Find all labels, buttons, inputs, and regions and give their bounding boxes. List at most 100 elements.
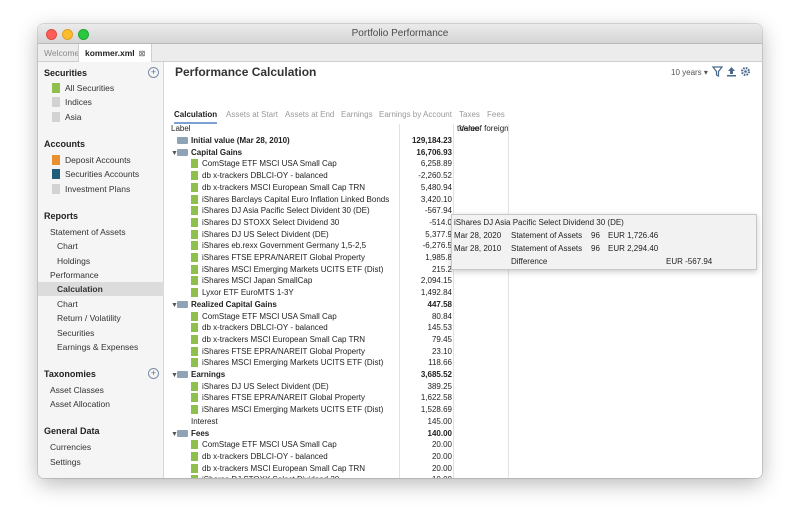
security-icon [191, 463, 198, 473]
table-row[interactable]: Initial value (Mar 28, 2010) 129,184.23 [165, 135, 505, 147]
table-row[interactable]: ▼ Realized Capital Gains 447.58 [165, 299, 505, 311]
table-row[interactable]: db x-trackers DBLCI-OY - balanced 145.53 [165, 322, 505, 334]
sidebar-item-asset-allocation[interactable]: Asset Allocation [50, 397, 110, 411]
sidebar-item-performance-securities[interactable]: Securities [57, 326, 94, 340]
gear-icon[interactable] [740, 66, 751, 80]
table-row[interactable]: db x-trackers MSCI European Small Cap TR… [165, 182, 505, 194]
row-value: 389.25 [427, 381, 452, 391]
security-icon [191, 264, 198, 274]
row-label-text: iShares DJ US Select Divident (DE) [202, 229, 329, 239]
sidebar-section-accounts: Accounts [44, 139, 86, 149]
sidebar-item-settings[interactable]: Settings [50, 455, 81, 469]
sidebar-item-statement-of-assets[interactable]: Statement of Assets [50, 225, 126, 239]
tab-taxes[interactable]: Taxes [459, 108, 480, 122]
sidebar-item-indices[interactable]: Indices [52, 95, 92, 109]
table-row[interactable]: ComStage ETF MSCI USA Small Cap 6,258.89 [165, 158, 505, 170]
row-value: 145.53 [427, 323, 452, 333]
period-selector[interactable]: 10 years ▾ [671, 68, 708, 77]
row-label: iShares MSCI Emerging Markets UCITS ETF … [191, 264, 383, 276]
sidebar-section-securities: Securities [44, 68, 88, 78]
row-value: 10.00 [399, 474, 452, 478]
tab-assets-at-start[interactable]: Assets at Start [226, 108, 278, 122]
security-icon [191, 323, 198, 333]
sidebar-item-securities-accounts[interactable]: Securities Accounts [52, 167, 139, 181]
table-row[interactable]: iShares DJ STOXX Select Dividend 30 10.00 [165, 474, 505, 478]
security-icon [191, 451, 198, 461]
table-row[interactable]: db x-trackers MSCI European Small Cap TR… [165, 334, 505, 346]
table-row[interactable]: iShares Barclays Capital Euro Inflation … [165, 194, 505, 206]
sidebar-item-earnings-expenses[interactable]: Earnings & Expenses [57, 340, 138, 354]
row-label-text: Realized Capital Gains [191, 299, 277, 309]
table-row[interactable]: iShares MSCI Japan SmallCap 2,094.15 [165, 275, 505, 287]
row-label-text: iShares FTSE EPRA/NAREIT Global Property [202, 393, 366, 403]
row-value: 1,985.8 [425, 253, 452, 262]
row-label-text: db x-trackers MSCI European Small Cap TR… [202, 463, 366, 473]
tab-kommer-xml[interactable]: kommer.xml ⊠ [78, 44, 153, 63]
folder-icon [177, 371, 188, 378]
table-row[interactable]: iShares FTSE EPRA/NAREIT Global Property… [165, 346, 505, 358]
row-value: 5,377.9 [425, 229, 452, 239]
row-label-text: iShares DJ Asia Pacific Select Divident … [202, 206, 370, 216]
row-value: -567.94 [424, 206, 452, 216]
security-icon [191, 276, 198, 286]
tab-calculation[interactable]: Calculation [174, 108, 218, 124]
table-row[interactable]: db x-trackers MSCI European Small Cap TR… [165, 463, 505, 475]
security-icon [191, 358, 198, 368]
row-label-text: db x-trackers DBLCI-OY - balanced [202, 171, 328, 181]
row-label-text: ComStage ETF MSCI USA Small Cap [202, 159, 337, 169]
row-value: 6,258.89 [420, 159, 452, 169]
filter-icon[interactable] [711, 66, 724, 80]
security-icon [191, 440, 198, 450]
sidebar-item-calculation[interactable]: Calculation [38, 282, 164, 296]
sidebar-item-performance[interactable]: Performance [50, 268, 99, 282]
table-row[interactable]: ▼ Capital Gains 16,706.93 [165, 147, 505, 159]
table-row[interactable]: ▼ Earnings 3,685.52 [165, 369, 505, 381]
row-label: iShares MSCI Japan SmallCap [191, 275, 312, 287]
row-value: 2,094.15 [420, 276, 452, 286]
export-icon[interactable] [726, 66, 737, 80]
table-row[interactable]: db x-trackers DBLCI-OY - balanced 20.00 [165, 451, 505, 463]
table-row[interactable]: Interest 145.00 [165, 416, 505, 428]
row-label-text: iShares MSCI Emerging Markets UCITS ETF … [202, 264, 384, 274]
row-value: 3,685.52 [420, 370, 452, 379]
sidebar-item-performance-chart[interactable]: Chart [57, 297, 78, 311]
main-panel: Performance Calculation 10 years ▾ Calcu… [165, 62, 762, 478]
row-label-text: Earnings [191, 370, 226, 379]
sidebar-item-all-securities[interactable]: All Securities [52, 81, 114, 95]
table-row[interactable]: iShares MSCI Emerging Markets UCITS ETF … [165, 357, 505, 369]
tab-earnings[interactable]: Earnings [341, 108, 373, 122]
add-taxonomy-icon[interactable]: + [148, 368, 159, 379]
sidebar-item-asset-classes[interactable]: Asset Classes [50, 383, 104, 397]
sidebar-item-asia[interactable]: Asia [52, 110, 82, 124]
sidebar-item-return-volatility[interactable]: Return / Volatility [57, 311, 121, 325]
row-value: 140.00 [427, 428, 452, 438]
row-label-text: iShares DJ US Select Divident (DE) [202, 381, 329, 391]
column-header-label[interactable]: Label [171, 124, 191, 134]
tooltip-difference: Difference EUR -567.94 [511, 257, 713, 266]
table-row[interactable]: ▼ Fees 140.00 [165, 428, 505, 440]
tab-fees[interactable]: Fees [487, 108, 505, 122]
sidebar-item-deposit-accounts[interactable]: Deposit Accounts [52, 153, 131, 167]
security-icon [191, 393, 198, 403]
table-row[interactable]: ComStage ETF MSCI USA Small Cap 80.84 [165, 311, 505, 323]
close-tab-icon[interactable]: ⊠ [139, 49, 146, 58]
row-label-text: iShares eb.rexx Government Germany 1,5-2… [202, 241, 367, 251]
column-header-foreign[interactable]: thereof foreign [457, 124, 509, 134]
table-row[interactable]: iShares DJ US Select Divident (DE) 389.25 [165, 381, 505, 393]
tab-assets-at-end[interactable]: Assets at End [285, 108, 334, 122]
tab-earnings-by-account[interactable]: Earnings by Account [379, 108, 452, 122]
sidebar-item-chart[interactable]: Chart [57, 239, 78, 253]
sidebar-item-holdings[interactable]: Holdings [57, 254, 90, 268]
sidebar-item-investment-plans[interactable]: Investment Plans [52, 182, 130, 196]
row-value: 80.84 [431, 311, 452, 321]
table-row[interactable]: Lyxor ETF EuroMTS 1-3Y 1,492.84 [165, 287, 505, 299]
row-label-text: iShares FTSE EPRA/NAREIT Global Property [202, 253, 366, 262]
table-row[interactable]: db x-trackers DBLCI-OY - balanced -2,260.… [165, 170, 505, 182]
sidebar-item-currencies[interactable]: Currencies [50, 440, 91, 454]
add-security-icon[interactable]: + [148, 67, 159, 78]
watchlist-icon [52, 97, 60, 107]
security-icon [191, 405, 198, 415]
table-row[interactable]: iShares FTSE EPRA/NAREIT Global Property… [165, 392, 505, 404]
table-row[interactable]: ComStage ETF MSCI USA Small Cap 20.00 [165, 439, 505, 451]
table-row[interactable]: iShares MSCI Emerging Markets UCITS ETF … [165, 404, 505, 416]
